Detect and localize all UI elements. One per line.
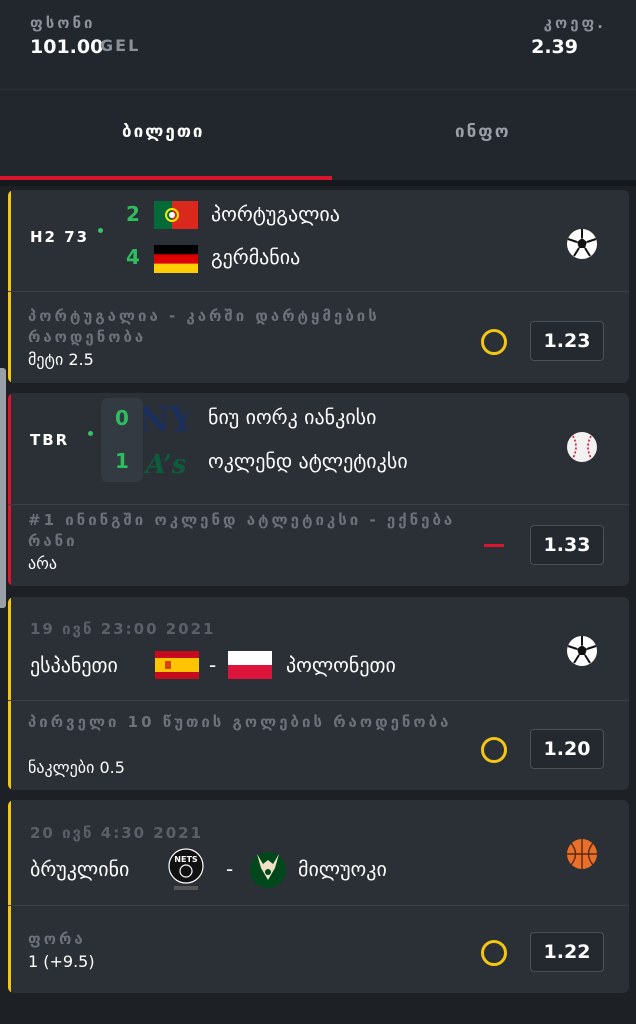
pending-status-icon	[481, 329, 507, 355]
card-divider	[8, 905, 629, 906]
svg-text:NETS: NETS	[174, 855, 198, 864]
bucks-logo-icon	[249, 846, 287, 896]
team2-name: ოკლენდ ატლეტიკსი	[208, 449, 408, 473]
currency-label: GEL	[100, 36, 141, 55]
match-date: 19 ივნ 23:00 2021	[30, 620, 216, 638]
vs-separator: -	[226, 857, 234, 881]
tab-bar: ბილეთი ინფო	[0, 90, 636, 180]
market-name: პორტუგალია - კარში დარტყმების რაოდენობა	[28, 307, 380, 346]
team1-name: პორტუგალია	[211, 202, 340, 226]
selection-name: არა	[28, 554, 57, 573]
match-status: TBR	[30, 431, 70, 449]
baseball-icon	[566, 431, 598, 467]
basketball-icon	[566, 838, 598, 874]
portugal-flag-icon	[154, 201, 198, 229]
card-divider	[8, 291, 629, 292]
live-indicator-icon	[88, 431, 93, 436]
card-divider	[8, 700, 629, 701]
odds-box: 1.33	[530, 525, 604, 565]
team1-name: ესპანეთი	[30, 653, 118, 677]
selection-name: ნაკლები 0.5	[28, 758, 125, 777]
pending-status-icon	[481, 940, 507, 966]
germany-flag-icon	[154, 245, 198, 273]
market-name: ფორა	[28, 930, 86, 948]
team1-name: ნიუ იორკ იანკისი	[208, 405, 377, 429]
odds-label: კოეფ.	[543, 14, 606, 32]
pending-status-icon	[481, 737, 507, 763]
poland-flag-icon	[228, 651, 272, 679]
team2-score: 1	[115, 449, 129, 473]
bet-card[interactable]: TBR 0 NY ნიუ იორკ იანკისი 1 A’s ოკლენდ ა…	[8, 393, 629, 586]
team2-name: გერმანია	[211, 245, 301, 269]
athletics-logo-icon: A’s	[143, 443, 188, 487]
card-divider	[8, 504, 629, 505]
svg-text:A’s: A’s	[144, 450, 187, 480]
live-indicator-icon	[98, 228, 103, 233]
soccer-ball-icon	[566, 228, 598, 264]
match-status: H2 73	[30, 228, 90, 246]
selection-name: მეტი 2.5	[28, 350, 94, 369]
market-name: პირველი 10 წუთის გოლების რაოდენობა	[28, 713, 452, 731]
team1-name: ბრუკლინი	[30, 857, 130, 881]
bet-summary-header: ფსონი 101.00 GEL კოეფ. 2.39	[0, 0, 636, 90]
tab-info[interactable]: ინფო	[455, 122, 511, 142]
stake-value: 101.00	[30, 36, 104, 58]
odds-box: 1.20	[530, 729, 604, 769]
team1-score: 2	[126, 202, 140, 226]
bet-card[interactable]: 20 ივნ 4:30 2021 ბრუკლინი NETS - მილუოკი…	[8, 800, 629, 993]
bet-card[interactable]: 19 ივნ 23:00 2021 ესპანეთი - პოლონეთი პი…	[8, 597, 629, 790]
yankees-logo-icon: NY	[138, 397, 194, 445]
odds-box: 1.22	[530, 932, 604, 972]
total-odds-value: 2.39	[531, 36, 578, 58]
tab-ticket[interactable]: ბილეთი	[122, 122, 205, 142]
market-name: #1 ინინგში ოკლენდ ატლეტიკსი - ექნება რან…	[28, 511, 456, 550]
vs-separator: -	[209, 653, 217, 677]
team2-name: მილუოკი	[298, 857, 387, 881]
spain-flag-icon	[155, 651, 199, 679]
stake-label: ფსონი	[30, 14, 96, 32]
lost-status-icon	[484, 544, 504, 547]
scrollbar-thumb[interactable]	[0, 368, 6, 608]
team1-score: 0	[115, 406, 129, 430]
match-date: 20 ივნ 4:30 2021	[30, 824, 204, 842]
bet-card[interactable]: H2 73 2 პორტუგალია 4 გერმანია პორტუგალია…	[8, 190, 629, 383]
soccer-ball-icon	[566, 635, 598, 671]
svg-text:NY: NY	[144, 400, 188, 440]
team2-score: 4	[126, 245, 140, 269]
selection-name: 1 (+9.5)	[28, 952, 95, 971]
tabs-shadow	[0, 180, 636, 186]
nets-logo-icon: NETS	[168, 848, 204, 896]
team2-name: პოლონეთი	[286, 653, 396, 677]
odds-box: 1.23	[530, 321, 604, 361]
